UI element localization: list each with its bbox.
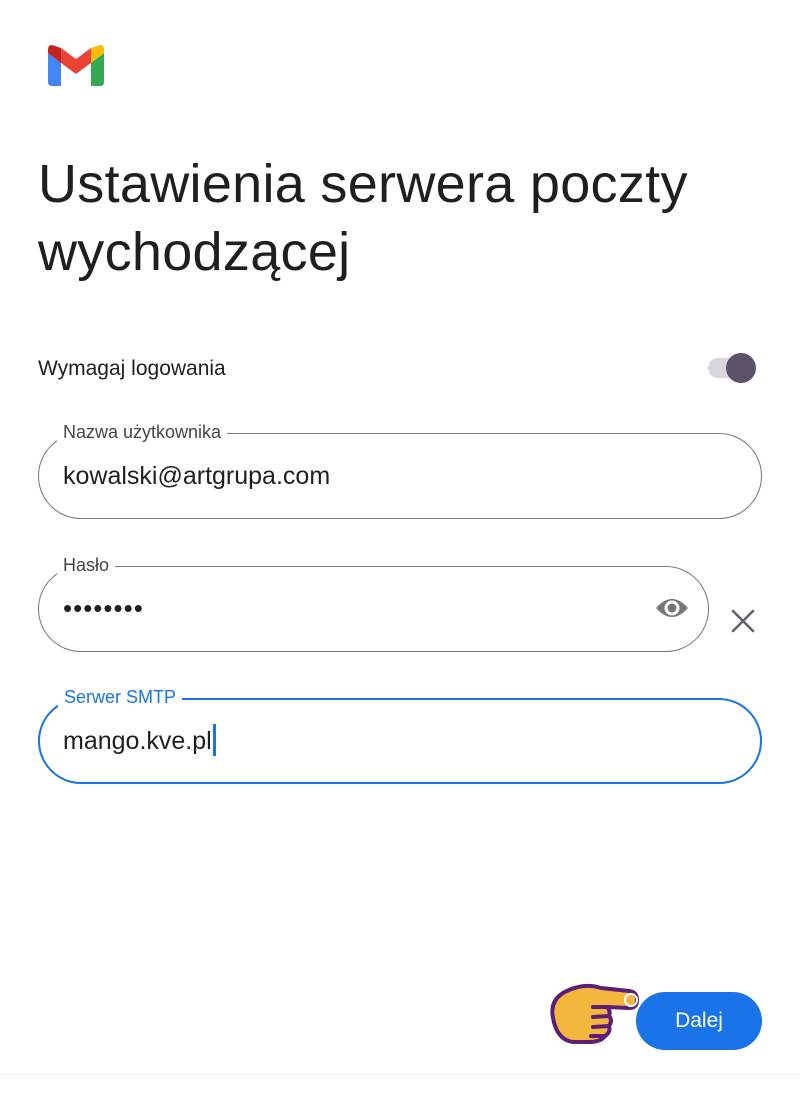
smtp-server-field[interactable]: Serwer SMTP mango.kve.pl: [38, 685, 762, 784]
gmail-logo-icon: [48, 45, 104, 86]
password-field[interactable]: Hasło ••••••••: [38, 553, 709, 652]
bottom-divider: [0, 1074, 800, 1075]
smtp-server-value: mango.kve.pl: [63, 727, 212, 755]
require-login-label: Wymagaj logowania: [38, 357, 226, 380]
pointing-hand-icon: [550, 983, 639, 1044]
eye-icon[interactable]: [654, 593, 690, 623]
smtp-server-label: Serwer SMTP: [58, 685, 183, 709]
password-value: ••••••••: [63, 593, 144, 623]
require-login-switch[interactable]: [708, 353, 760, 383]
username-label: Nazwa użytkownika: [57, 420, 228, 444]
switch-knob: [726, 353, 756, 383]
smtp-server-input[interactable]: mango.kve.pl: [63, 724, 216, 758]
username-value: kowalski@artgrupa.com: [63, 462, 331, 490]
require-login-row[interactable]: Wymagaj logowania: [38, 348, 762, 390]
page-title: Ustawienia serwera poczty wychodzącej: [38, 154, 688, 282]
close-icon[interactable]: [729, 607, 757, 635]
password-label: Hasło: [57, 553, 116, 577]
next-button[interactable]: Dalej: [636, 992, 762, 1050]
text-caret: [212, 724, 216, 757]
username-field[interactable]: Nazwa użytkownika kowalski@artgrupa.com: [38, 420, 762, 519]
